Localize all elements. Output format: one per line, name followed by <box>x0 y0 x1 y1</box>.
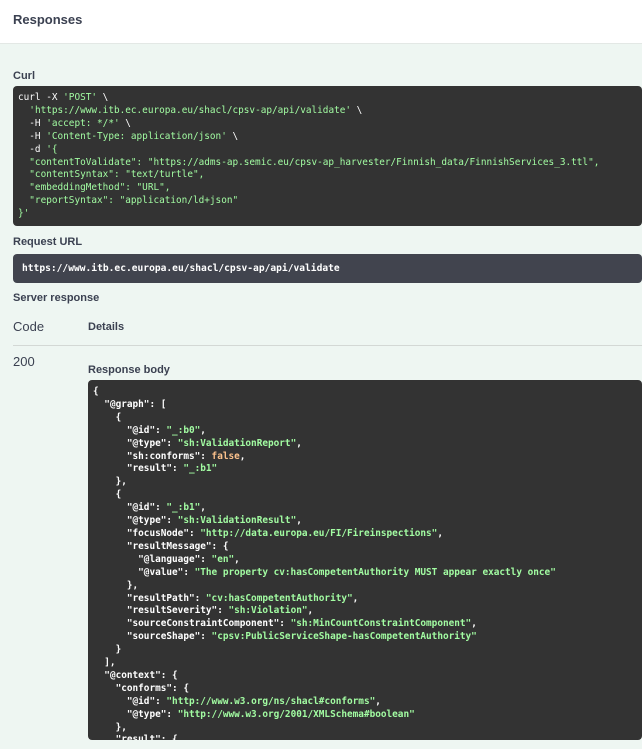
response-body-line: "resultPath": "cv:hasCompetentAuthority"… <box>126 592 359 604</box>
responses-title: Responses <box>13 12 83 27</box>
response-body-line: "@id": "http://www.w3.org/ns/shacl#confo… <box>126 695 381 707</box>
response-body-line: "@id": "_:b0", <box>126 424 206 436</box>
curl-code-line: -H 'Content-Type: application/json' \ <box>18 130 239 142</box>
responses-header: Responses <box>0 0 642 44</box>
curl-code-line: "contentToValidate": "https://adms-ap.se… <box>18 156 600 168</box>
response-body-line: } <box>93 644 122 656</box>
curl-code-line: -H 'accept: */*' \ <box>18 117 131 129</box>
response-body-line: "sh:conforms": false, <box>126 450 246 462</box>
response-body-line: "@type": "sh:ValidationReport", <box>126 437 302 449</box>
response-body-line: "@type": "http://www.w3.org/2001/XMLSche… <box>126 708 415 720</box>
response-code: 200 <box>13 354 35 369</box>
response-body-line: { <box>93 411 122 423</box>
details-column-header: Details <box>88 321 125 333</box>
curl-code-line: 'https://www.itb.ec.europa.eu/shacl/cpsv… <box>29 104 363 116</box>
response-body-line: "@type": "sh:ValidationResult", <box>126 515 302 527</box>
server-response-label: Server response <box>13 292 100 304</box>
response-body-line: "@graph": [ <box>104 398 167 410</box>
response-body-line: "conforms": { <box>115 682 189 694</box>
response-body-line: "resultSeverity": "sh:Violation", <box>126 605 314 617</box>
response-body-line: "result": { <box>115 734 178 740</box>
response-body-line: }, <box>93 476 127 488</box>
response-body-line: }, <box>93 579 139 591</box>
response-body-label: Response body <box>88 364 170 376</box>
response-body-line: "@value": "The property cv:hasCompetentA… <box>138 566 556 578</box>
response-body-line: }, <box>93 721 127 733</box>
curl-label: Curl <box>13 70 35 82</box>
curl-code-line: }' <box>18 208 30 220</box>
response-body-line: "focusNode": "http://data.europa.eu/FI/F… <box>126 527 443 539</box>
response-body-line: "resultMessage": { <box>126 540 229 552</box>
curl-code-line: -d '{ <box>18 143 58 155</box>
response-body-line: "result": "_:b1" <box>126 463 218 475</box>
curl-code-line: curl -X 'POST' \ <box>18 92 109 103</box>
response-body-line: "@id": "_:b1", <box>126 502 206 514</box>
response-body-line: "sourceConstraintComponent": "sh:MinCoun… <box>126 618 477 630</box>
code-column-header: Code <box>13 319 45 334</box>
curl-code-line: "contentSyntax": "text/turtle", <box>18 169 205 181</box>
request-url-value: https://www.itb.ec.europa.eu/shacl/cpsv-… <box>22 263 340 274</box>
response-body-line: ], <box>93 657 116 669</box>
request-url-box[interactable]: https://www.itb.ec.europa.eu/shacl/cpsv-… <box>13 254 642 283</box>
curl-code-line: "reportSyntax": "application/ld+json" <box>18 195 239 207</box>
response-body-line: "sourceShape": "cpsv:PublicServiceShape-… <box>126 631 477 643</box>
response-body-line: "@context": { <box>104 669 178 681</box>
table-divider <box>13 345 642 346</box>
response-body-code-block[interactable]: { "@graph": [ { "@id": "_:b0", "@type": … <box>88 380 642 740</box>
response-body-line: { <box>93 489 122 501</box>
response-body-line: "@language": "en", <box>138 553 240 565</box>
curl-code-line: "embeddingMethod": "URL", <box>18 182 171 194</box>
response-body-line: { <box>93 386 99 397</box>
request-url-label: Request URL <box>13 236 83 248</box>
curl-code-block[interactable]: curl -X 'POST' \ 'https://www.itb.ec.eur… <box>13 86 642 226</box>
